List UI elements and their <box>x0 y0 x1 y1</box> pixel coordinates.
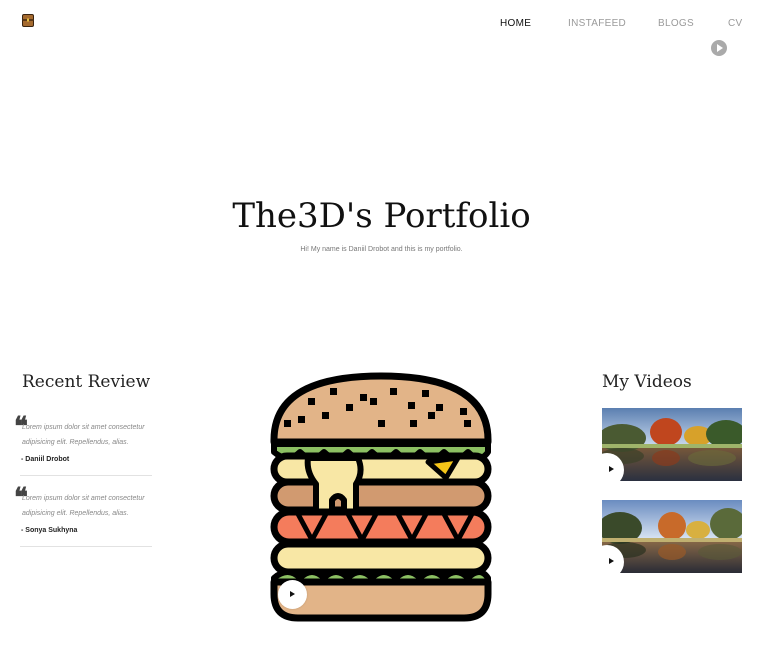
recent-review-heading: Recent Review <box>22 372 151 392</box>
review-item: ❝ Lorem ipsum dolor sit amet consectetur… <box>14 485 152 547</box>
review-divider <box>20 546 152 547</box>
review-author: - Sonya Sukhyna <box>21 527 78 534</box>
video-thumbnail[interactable] <box>602 500 742 573</box>
nav-instafeed-link[interactable]: INSTAFEED <box>568 18 626 29</box>
review-text: Lorem ipsum dolor sit amet consectetur a… <box>22 495 145 517</box>
review-divider <box>20 475 152 476</box>
main-nav: HOME INSTAFEED BLOGS CV <box>0 18 763 32</box>
burger-play-button[interactable] <box>278 580 307 609</box>
nav-home-link[interactable]: HOME <box>500 18 531 29</box>
review-item: ❝ Lorem ipsum dolor sit amet consectetur… <box>14 414 152 476</box>
nav-cv-link[interactable]: CV <box>728 18 743 29</box>
video-thumbnail[interactable] <box>602 408 742 481</box>
review-author: - Daniil Drobot <box>21 456 70 463</box>
play-icon[interactable] <box>711 40 727 56</box>
my-videos-heading: My Videos <box>602 372 692 392</box>
nav-blogs-link[interactable]: BLOGS <box>658 18 694 29</box>
review-text: Lorem ipsum dolor sit amet consectetur a… <box>22 424 145 446</box>
page-title: The3D's Portfolio <box>232 196 531 236</box>
hero-subtitle: Hi! My name is Daniil Drobot and this is… <box>300 246 463 253</box>
